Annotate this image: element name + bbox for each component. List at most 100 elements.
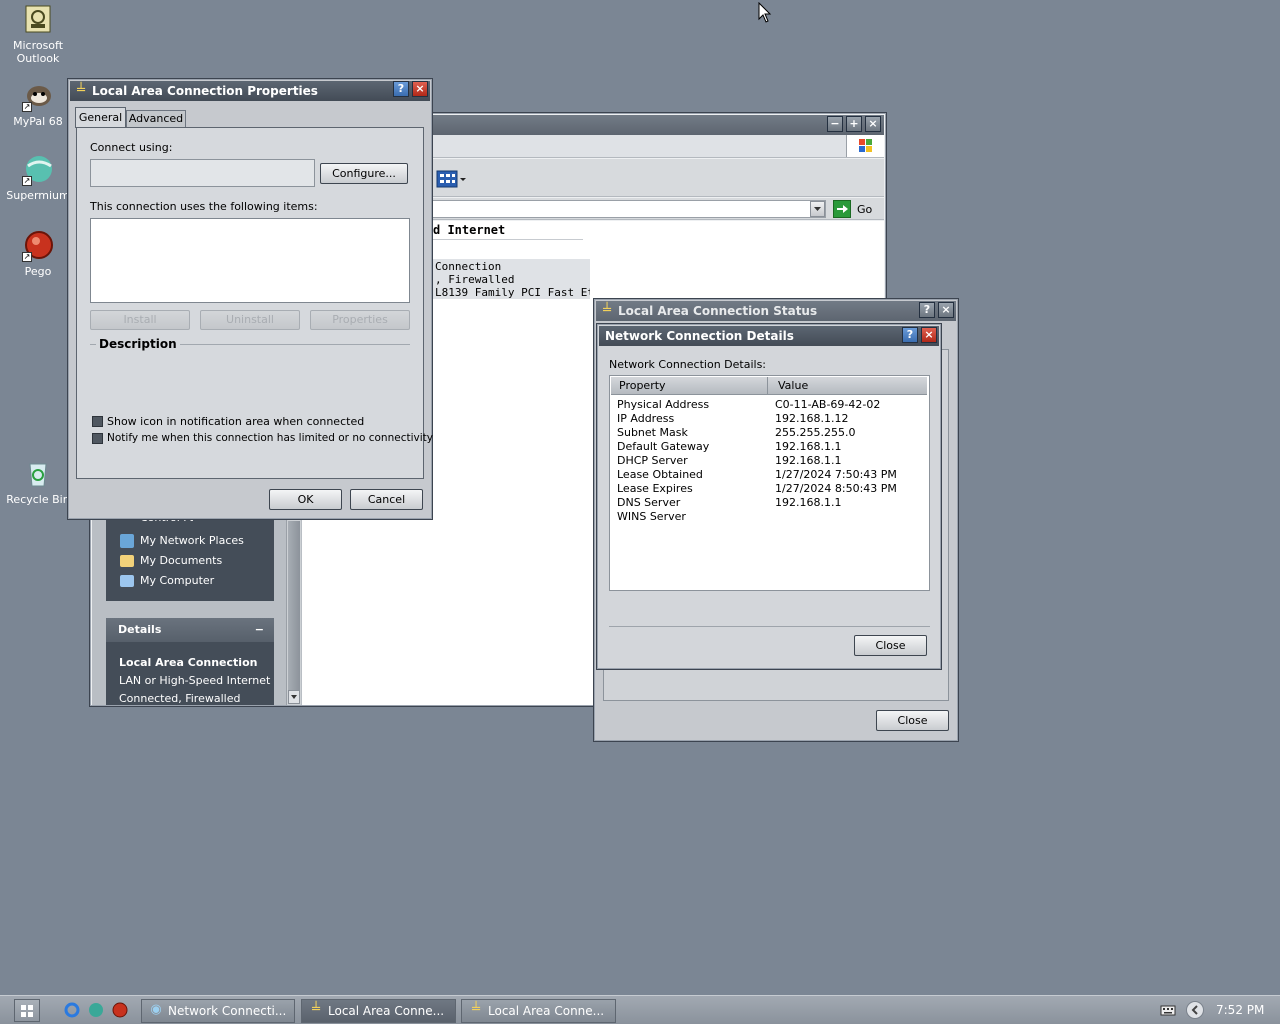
details-list[interactable]: Property Value Physical Address C0-11-AB-…	[609, 375, 930, 591]
detail-property: DNS Server	[617, 496, 681, 509]
details-name: Local Area Connection	[119, 656, 258, 669]
ok-button[interactable]: OK	[269, 489, 342, 510]
tray-expand-chevron-icon[interactable]	[1186, 1001, 1204, 1019]
pego-icon: ↗	[22, 230, 54, 262]
properties-dialog: ╧ Local Area Connection Properties ? × G…	[67, 78, 433, 520]
detail-property: WINS Server	[617, 510, 686, 523]
folder-icon	[120, 555, 134, 567]
shortcut-arrow-icon: ↗	[22, 176, 32, 186]
status-close-button[interactable]: Close	[876, 710, 949, 731]
other-place-network[interactable]: My Network Places	[120, 534, 244, 548]
close-button[interactable]: ×	[865, 116, 881, 132]
other-place-documents[interactable]: My Documents	[120, 554, 222, 568]
group-header-rule	[433, 239, 583, 240]
tab-advanced-label: Advanced	[128, 112, 184, 125]
cancel-button[interactable]: Cancel	[350, 489, 423, 510]
taskbar-local-area-status[interactable]: ╧ Local Area Conne...	[461, 999, 616, 1023]
configure-button[interactable]: Configure...	[320, 163, 408, 184]
desktop-icon-label: Recycle Bin	[6, 493, 70, 506]
mouse-cursor-icon	[758, 1, 772, 27]
column-header-property[interactable]: Property	[611, 377, 768, 395]
close-button[interactable]: ×	[412, 81, 428, 97]
detail-property: Lease Obtained	[617, 468, 703, 481]
other-place-computer[interactable]: My Computer	[120, 574, 214, 588]
desktop-icon-outlook[interactable]: Microsoft Outlook	[0, 4, 76, 65]
network-connection-icon: ╧	[312, 1002, 320, 1017]
detail-property: DHCP Server	[617, 454, 688, 467]
details-titlebar: Network Connection Details	[599, 326, 939, 346]
details-label: Network Connection Details:	[609, 358, 767, 371]
status-titlebar: ╧ Local Area Connection Status	[596, 301, 956, 321]
taskbar-local-area-properties[interactable]: ╧ Local Area Conne...	[301, 999, 456, 1023]
details-type: LAN or High-Speed Internet	[119, 674, 271, 687]
scroll-down-arrow-icon[interactable]	[288, 690, 300, 704]
connect-using-label: Connect using:	[90, 141, 173, 154]
quicklaunch-supermium-icon[interactable]	[88, 1002, 104, 1018]
clock[interactable]: 7:52 PM	[1216, 1003, 1264, 1017]
close-button[interactable]: ×	[938, 302, 954, 318]
desktop-icon-recycle-bin[interactable]: Recycle Bin	[0, 458, 76, 506]
column-header-value[interactable]: Value	[768, 377, 927, 395]
item-properties-button: Properties	[310, 310, 410, 330]
desktop-icon-label: MyPal 68	[13, 115, 63, 128]
taskbar-network-connections[interactable]: ◉ Network Connecti...	[141, 999, 295, 1023]
detail-property: Physical Address	[617, 398, 710, 411]
go-arrow-icon[interactable]	[833, 200, 851, 218]
connection-item-selected[interactable]: Connection , Firewalled L8139 Family PCI…	[433, 259, 590, 299]
views-button[interactable]	[436, 170, 468, 188]
network-connection-icon: ╧	[77, 83, 85, 98]
details-close-button[interactable]: Close	[854, 635, 927, 656]
desktop-icon-supermium[interactable]: ↗ Supermium	[0, 154, 76, 202]
go-button-label[interactable]: Go	[857, 203, 872, 216]
close-button[interactable]: ×	[921, 327, 937, 343]
task-label: Local Area Conne...	[328, 1004, 445, 1018]
recycle-bin-icon	[22, 458, 54, 490]
detail-property: Lease Expires	[617, 482, 693, 495]
notify-label: Notify me when this connection has limit…	[107, 432, 433, 444]
quicklaunch-pego-icon[interactable]	[112, 1002, 128, 1018]
maximize-button[interactable]: +	[846, 116, 862, 132]
detail-value: 192.168.1.1	[775, 440, 842, 453]
network-icon: ◉	[150, 1002, 162, 1017]
notify-checkbox[interactable]	[92, 433, 103, 444]
scrollbar-thumb[interactable]	[288, 521, 300, 701]
connection-item-line: Connection	[435, 260, 502, 273]
column-value-label: Value	[778, 379, 809, 392]
collapse-icon[interactable]: −	[255, 618, 264, 642]
details-header[interactable]: Details −	[106, 618, 274, 642]
keyboard-tray-icon[interactable]	[1160, 1003, 1176, 1017]
details-title: Details	[118, 623, 162, 636]
desktop-icon-label: Supermium	[6, 189, 70, 202]
detail-value: 1/27/2024 8:50:43 PM	[775, 482, 897, 495]
help-button[interactable]: ?	[393, 81, 409, 97]
install-button: Install	[90, 310, 190, 330]
start-button[interactable]	[14, 999, 40, 1022]
column-property-label: Property	[619, 379, 666, 392]
supermium-icon: ↗	[22, 154, 54, 186]
help-button[interactable]: ?	[919, 302, 935, 318]
detail-value: 192.168.1.1	[775, 454, 842, 467]
minimize-button[interactable]: −	[827, 116, 843, 132]
shortcut-arrow-icon: ↗	[22, 252, 32, 262]
task-label: Local Area Conne...	[488, 1004, 605, 1018]
desktop-icon-mypal[interactable]: ↗ MyPal 68	[0, 80, 76, 128]
description-label: Description	[96, 337, 180, 351]
show-icon-checkbox[interactable]	[92, 416, 103, 427]
network-connection-icon: ╧	[472, 1002, 480, 1017]
help-button[interactable]: ?	[902, 327, 918, 343]
shortcut-arrow-icon: ↗	[22, 102, 32, 112]
quicklaunch-ie-icon[interactable]	[64, 1002, 80, 1018]
address-dropdown-button[interactable]	[810, 201, 825, 217]
outlook-icon	[22, 4, 54, 36]
adapter-field	[90, 159, 315, 187]
tab-advanced[interactable]: Advanced	[126, 110, 186, 128]
detail-value: C0-11-AB-69-42-02	[775, 398, 881, 411]
address-input[interactable]	[430, 200, 826, 218]
details-dialog: Network Connection Details ? × Network C…	[596, 323, 942, 670]
desktop-icon-pego[interactable]: ↗ Pego	[0, 230, 76, 278]
details-panel: Local Area Connection LAN or High-Speed …	[106, 642, 274, 705]
status-title: Local Area Connection Status	[618, 304, 818, 318]
tab-general[interactable]: General	[75, 107, 126, 128]
components-list[interactable]	[90, 218, 410, 303]
detail-property: Subnet Mask	[617, 426, 688, 439]
